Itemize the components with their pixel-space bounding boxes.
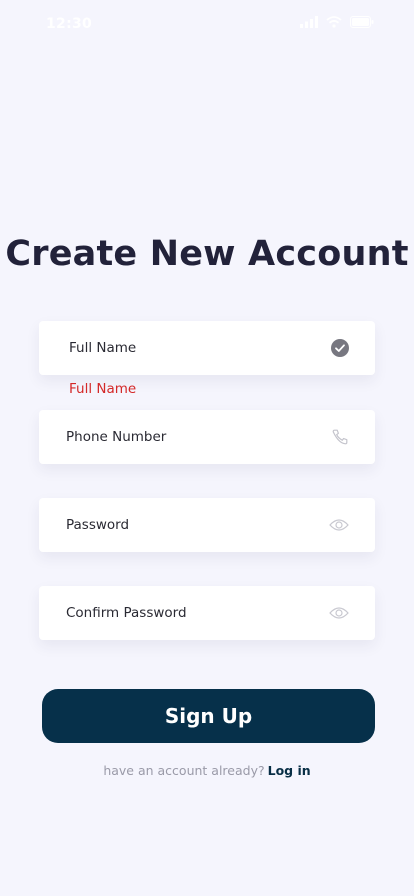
battery-icon [350, 16, 374, 28]
wifi-icon [326, 16, 342, 28]
login-prompt: have an account already? [103, 763, 265, 778]
signal-icon [300, 16, 318, 28]
sign-up-button[interactable]: Sign Up [42, 689, 375, 743]
login-row: have an account already? Log in [0, 763, 414, 778]
phone-number-field[interactable]: Phone Number [39, 410, 375, 464]
full-name-error: Full Name [69, 381, 137, 397]
phone-icon [331, 428, 349, 446]
check-circle-icon [331, 339, 349, 357]
eye-icon[interactable] [329, 518, 349, 532]
password-field[interactable]: Password [39, 498, 375, 552]
page-title: Create New Account [5, 234, 409, 274]
status-icons [300, 16, 374, 28]
status-bar: 12:30 [0, 0, 414, 48]
full-name-label: Full Name [69, 340, 137, 356]
full-name-field[interactable]: Full Name [39, 321, 375, 375]
confirm-password-field[interactable]: Confirm Password [39, 586, 375, 640]
phone-number-label: Phone Number [66, 429, 167, 445]
eye-icon[interactable] [329, 606, 349, 620]
login-link[interactable]: Log in [268, 763, 311, 778]
status-time: 12:30 [46, 16, 93, 32]
